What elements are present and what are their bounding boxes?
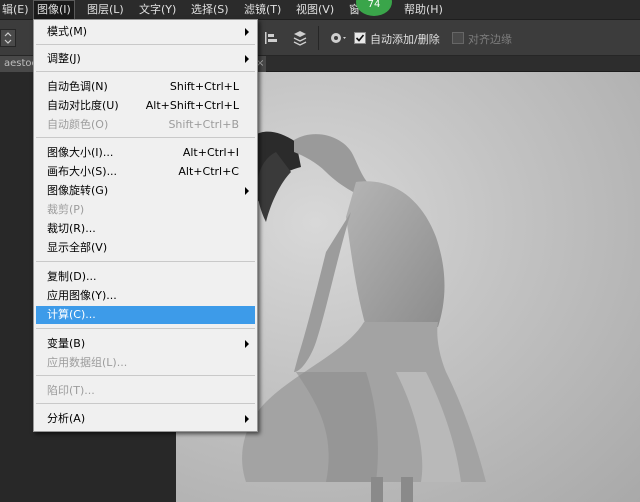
auto-add-delete-checkbox[interactable] xyxy=(354,32,366,44)
menu-separator xyxy=(36,261,255,262)
menu-separator xyxy=(36,137,255,138)
menu-item-label: 图像大小(I)... xyxy=(47,146,114,159)
align-edges-checkbox[interactable] xyxy=(452,32,464,44)
menu-item-canvas-size[interactable]: 画布大小(S)... Alt+Ctrl+C xyxy=(36,163,255,181)
menu-item-label: 图像旋转(G) xyxy=(47,184,109,197)
menu-item-adjust[interactable]: 调整(J) xyxy=(36,50,255,68)
menu-item-apply-image[interactable]: 应用图像(Y)... xyxy=(36,287,255,305)
auto-add-delete-label: 自动添加/删除 xyxy=(370,33,440,46)
menu-item-crop: 裁剪(P) xyxy=(36,201,255,219)
chevron-updown-icon xyxy=(4,32,12,44)
submenu-arrow-icon xyxy=(245,415,249,423)
menu-item-shortcut: Shift+Ctrl+B xyxy=(168,118,239,131)
submenu-arrow-icon xyxy=(245,55,249,63)
menu-item-shortcut: Alt+Ctrl+C xyxy=(178,165,239,178)
menu-separator xyxy=(36,328,255,329)
menu-item-label: 复制(D)... xyxy=(47,270,97,283)
menu-layer[interactable]: 图层(L) xyxy=(87,0,124,20)
menu-separator xyxy=(36,375,255,376)
menu-item-label: 自动对比度(U) xyxy=(47,99,119,112)
menu-item-label: 调整(J) xyxy=(47,52,81,65)
align-edges-label: 对齐边缘 xyxy=(468,33,512,46)
menu-item-label: 裁剪(P) xyxy=(47,203,85,216)
submenu-arrow-icon xyxy=(245,187,249,195)
menu-bar: 辑(E) 图像(I) 图层(L) 文字(Y) 选择(S) 滤镜(T) 视图(V)… xyxy=(0,0,640,20)
gear-icon[interactable] xyxy=(328,29,348,47)
menu-item-shortcut: Alt+Shift+Ctrl+L xyxy=(145,99,239,112)
menu-item-analysis[interactable]: 分析(A) xyxy=(36,410,255,428)
menu-item-duplicate[interactable]: 复制(D)... xyxy=(36,268,255,286)
menu-separator xyxy=(36,44,255,45)
menu-item-label: 应用数据组(L)... xyxy=(47,356,128,369)
menu-item-label: 裁切(R)... xyxy=(47,222,96,235)
menu-item-image-size[interactable]: 图像大小(I)... Alt+Ctrl+I xyxy=(36,144,255,162)
menu-item-apply-data-set: 应用数据组(L)... xyxy=(36,354,255,372)
menu-item-image-rotation[interactable]: 图像旋转(G) xyxy=(36,182,255,200)
menu-item-trap: 陷印(T)... xyxy=(36,382,255,400)
submenu-arrow-icon xyxy=(245,340,249,348)
menu-type[interactable]: 文字(Y) xyxy=(139,0,176,20)
notification-badge: 74 xyxy=(356,0,392,16)
tool-preset-dropdown[interactable] xyxy=(0,29,16,47)
menu-item-trim[interactable]: 裁切(R)... xyxy=(36,220,255,238)
menu-item-mode[interactable]: 模式(M) xyxy=(36,23,255,41)
menu-item-shortcut: Alt+Ctrl+I xyxy=(182,146,239,159)
menu-select[interactable]: 选择(S) xyxy=(191,0,229,20)
menu-item-label: 模式(M) xyxy=(47,25,88,38)
menu-help[interactable]: 帮助(H) xyxy=(404,0,443,20)
menu-item-auto-color: 自动颜色(O) Shift+Ctrl+B xyxy=(36,116,255,134)
menu-image[interactable]: 图像(I) xyxy=(33,0,75,20)
menu-edit[interactable]: 辑(E) xyxy=(2,0,29,20)
menu-item-label: 计算(C)... xyxy=(47,308,96,321)
path-align-icon[interactable] xyxy=(262,29,280,47)
menu-view[interactable]: 视图(V) xyxy=(296,0,334,20)
menu-item-label: 显示全部(V) xyxy=(47,241,108,254)
menu-item-auto-tone[interactable]: 自动色调(N) Shift+Ctrl+L xyxy=(36,78,255,96)
menu-item-label: 陷印(T)... xyxy=(47,384,95,397)
menu-item-shortcut: Shift+Ctrl+L xyxy=(169,80,239,93)
checkmark-icon xyxy=(355,34,365,42)
menu-item-variables[interactable]: 变量(B) xyxy=(36,335,255,353)
menu-item-label: 分析(A) xyxy=(47,412,86,425)
menu-separator xyxy=(36,71,255,72)
image-menu-dropdown: 模式(M) 调整(J) 自动色调(N) Shift+Ctrl+L 自动对比度(U)… xyxy=(33,19,258,432)
menu-separator xyxy=(36,403,255,404)
path-arrange-icon[interactable] xyxy=(290,28,312,48)
menu-item-reveal-all[interactable]: 显示全部(V) xyxy=(36,239,255,257)
menu-item-label: 变量(B) xyxy=(47,337,86,350)
menu-item-auto-contrast[interactable]: 自动对比度(U) Alt+Shift+Ctrl+L xyxy=(36,97,255,115)
menu-item-label: 应用图像(Y)... xyxy=(47,289,117,302)
menu-item-label: 画布大小(S)... xyxy=(47,165,118,178)
menu-item-label: 自动色调(N) xyxy=(47,80,108,93)
menu-item-calculations[interactable]: 计算(C)... xyxy=(36,306,255,324)
divider xyxy=(318,26,319,50)
submenu-arrow-icon xyxy=(245,28,249,36)
menu-filter[interactable]: 滤镜(T) xyxy=(244,0,281,20)
menu-item-label: 自动颜色(O) xyxy=(47,118,109,131)
